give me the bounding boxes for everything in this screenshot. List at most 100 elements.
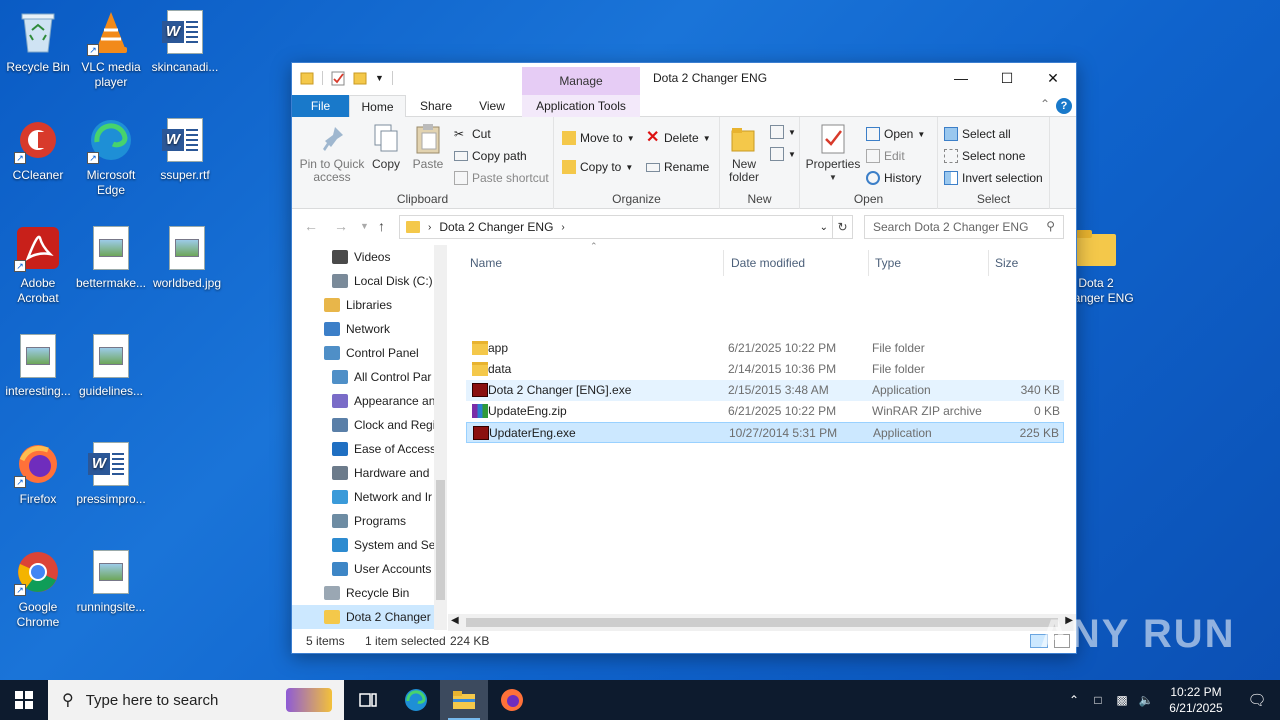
desktop-icon-interesting[interactable]: interesting... [0, 332, 76, 399]
easy-access-button[interactable]: ▼ [770, 147, 796, 161]
address-bar[interactable]: › Dota 2 Changer ENG › ⌄ [399, 215, 833, 239]
collapse-ribbon-icon[interactable]: ⌃ [1040, 97, 1050, 111]
pin-quick-access-button[interactable]: Pin to Quick access [296, 123, 368, 184]
taskbar-edge[interactable] [392, 680, 440, 720]
minimize-button[interactable]: — [938, 63, 984, 93]
network-icon[interactable]: □ [1086, 693, 1110, 707]
tab-application-tools[interactable]: Application Tools [522, 95, 640, 117]
column-size[interactable]: Size [991, 250, 1061, 276]
chevron-down-icon[interactable]: ▼ [375, 73, 384, 83]
taskbar-firefox[interactable] [488, 680, 536, 720]
properties-button[interactable]: Properties ▼ [804, 123, 862, 184]
paste-shortcut-button[interactable]: Paste shortcut [454, 171, 549, 185]
up-arrow-icon[interactable]: ↑ [378, 218, 385, 234]
desktop-icon-guidelines[interactable]: guidelines... [73, 332, 149, 399]
file-row[interactable]: app 6/21/2025 10:22 PM File folder [466, 338, 1064, 359]
column-type[interactable]: Type [871, 250, 989, 276]
properties-icon[interactable] [331, 70, 345, 86]
copy-to-button[interactable]: Copy to ▼ [562, 160, 633, 174]
close-button[interactable]: ✕ [1030, 63, 1076, 93]
history-button[interactable]: History [866, 171, 921, 185]
nav-item[interactable]: Local Disk (C:) [332, 269, 433, 293]
maximize-button[interactable]: ☐ [984, 63, 1030, 93]
desktop-icon-firefox[interactable]: ↗ Firefox [0, 440, 76, 507]
open-button[interactable]: Open ▼ [866, 127, 925, 141]
nav-item[interactable]: All Control Par [332, 365, 431, 389]
nav-scrollbar[interactable] [434, 245, 447, 630]
chevron-right-icon[interactable]: › [561, 222, 564, 233]
nav-item[interactable]: Programs [332, 509, 406, 533]
desktop-icon-worldbed[interactable]: worldbed.jpg [149, 224, 225, 291]
monitor-icon[interactable]: ▩ [1110, 693, 1134, 707]
tab-view[interactable]: View [467, 95, 517, 117]
show-hidden-icons-icon[interactable]: ⌃ [1062, 693, 1086, 707]
desktop-icon-skincanadi[interactable]: W skincanadi... [147, 8, 223, 75]
file-row[interactable]: UpdaterEng.exe 10/27/2014 5:31 PM Applicat… [466, 422, 1064, 443]
manage-tab[interactable]: Manage [522, 67, 640, 95]
volume-icon[interactable]: 🔈 [1134, 693, 1158, 707]
task-view-button[interactable] [344, 680, 392, 720]
tab-home[interactable]: Home [349, 95, 406, 118]
desktop-icon-acrobat[interactable]: ↗ Adobe Acrobat [0, 224, 76, 306]
nav-item[interactable]: Videos [332, 245, 390, 269]
desktop-icon-edge[interactable]: ↗ Microsoft Edge [73, 116, 149, 198]
nav-item[interactable]: Dota 2 Changer [292, 605, 434, 629]
column-name[interactable]: Name [466, 250, 724, 276]
nav-item[interactable]: Appearance an [332, 389, 435, 413]
desktop-icon-chrome[interactable]: ↗ Google Chrome [0, 548, 76, 630]
help-icon[interactable]: ? [1056, 98, 1072, 114]
delete-button[interactable]: ✕ Delete ▼ [646, 130, 711, 146]
file-row[interactable]: data 2/14/2015 10:36 PM File folder [466, 359, 1064, 380]
taskbar-file-explorer[interactable] [440, 680, 488, 720]
scroll-left-icon[interactable]: ◀ [451, 615, 459, 626]
notifications-icon[interactable]: 🗨 [1234, 691, 1280, 709]
copy-path-button[interactable]: Copy path [454, 149, 527, 163]
desktop-icon-recycle-bin[interactable]: Recycle Bin [0, 8, 76, 75]
select-none-button[interactable]: Select none [944, 149, 1025, 163]
desktop-icon-ccleaner[interactable]: ↗ CCleaner [0, 116, 76, 183]
nav-item[interactable]: Libraries [324, 293, 392, 317]
clock[interactable]: 10:22 PM 6/21/2025 [1158, 684, 1234, 716]
nav-item[interactable]: Clock and Regi [332, 413, 435, 437]
nav-item[interactable]: Control Panel [324, 341, 419, 365]
copy-button[interactable]: Copy [368, 123, 404, 171]
forward-arrow-icon[interactable]: → [334, 218, 348, 234]
desktop-icon-bettermake[interactable]: bettermake... [73, 224, 149, 291]
select-all-button[interactable]: Select all [944, 127, 1011, 141]
tab-share[interactable]: Share [412, 95, 460, 117]
file-row[interactable]: Dota 2 Changer [ENG].exe 2/15/2015 3:48 A… [466, 380, 1064, 401]
taskbar-search-box[interactable]: ⚲ Type here to search [48, 680, 344, 720]
desktop-icon-runningsite[interactable]: runningsite... [73, 548, 149, 615]
paste-button[interactable]: Paste [408, 123, 448, 171]
nav-item[interactable]: Recycle Bin [324, 581, 409, 605]
nav-item-label: Programs [354, 514, 407, 528]
cut-button[interactable]: ✂ Cut [454, 127, 491, 141]
start-button[interactable] [0, 680, 48, 720]
nav-item[interactable]: Hardware and [332, 461, 429, 485]
tab-file[interactable]: File [292, 95, 349, 117]
new-folder-icon[interactable] [353, 70, 367, 86]
nav-item[interactable]: System and Se [332, 533, 435, 557]
desktop-icon-ssuper[interactable]: W ssuper.rtf [147, 116, 223, 183]
new-item-button[interactable]: ▼ [770, 125, 796, 139]
recent-locations-icon[interactable]: ▼ [360, 221, 369, 231]
edit-button[interactable]: Edit [866, 149, 905, 163]
desktop-icon-vlc[interactable]: ↗ VLC media player [73, 8, 149, 90]
desktop-icon-pressimpro[interactable]: W pressimpro... [73, 440, 149, 507]
nav-item[interactable]: User Accounts [332, 557, 431, 581]
new-folder-button[interactable]: New folder [724, 123, 764, 184]
file-row[interactable]: UpdateEng.zip 6/21/2025 10:22 PM WinRAR ZI… [466, 401, 1064, 422]
nav-item[interactable]: Network and Ir [332, 485, 432, 509]
refresh-button[interactable]: ↻ [833, 215, 853, 239]
move-to-button[interactable]: Move to ▼ [562, 131, 635, 145]
rename-button[interactable]: Rename [646, 160, 709, 174]
search-input[interactable]: Search Dota 2 Changer ENG ⚲ [864, 215, 1064, 239]
back-arrow-icon[interactable]: ← [304, 218, 318, 234]
invert-selection-button[interactable]: Invert selection [944, 171, 1043, 185]
breadcrumb[interactable]: Dota 2 Changer ENG [439, 220, 553, 234]
nav-item[interactable]: Network [324, 317, 390, 341]
navigation-pane: Dota 2 Changer Recycle Bin User Accounts Sy… [292, 245, 447, 630]
address-dropdown-icon[interactable]: ⌄ [820, 222, 828, 233]
nav-item[interactable]: Ease of Access [332, 437, 436, 461]
column-date[interactable]: Date modified [727, 250, 869, 276]
